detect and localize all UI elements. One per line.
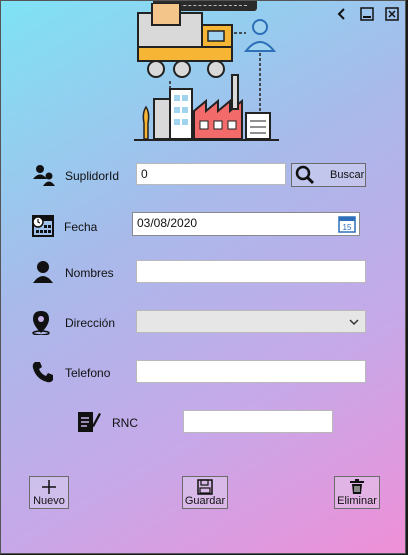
minimize-icon[interactable]: [358, 5, 376, 23]
back-icon[interactable]: [333, 5, 351, 23]
save-icon: [197, 479, 213, 495]
nuevo-button[interactable]: Nuevo: [29, 476, 69, 509]
chevron-down-icon: [349, 319, 359, 326]
user-group-icon: [33, 165, 55, 186]
eliminar-button[interactable]: Eliminar: [334, 476, 380, 509]
suplidor-label: SuplidorId: [65, 169, 120, 183]
fecha-date-picker[interactable]: 03/08/2020 15: [132, 212, 360, 236]
nuevo-label: Nuevo: [33, 495, 65, 507]
buscar-button[interactable]: Buscar: [291, 163, 366, 187]
suplidor-id-input[interactable]: 0: [136, 163, 286, 185]
guardar-label: Guardar: [184, 495, 226, 507]
eliminar-label: Eliminar: [337, 495, 377, 507]
nombres-label: Nombres: [65, 266, 114, 280]
document-pen-icon: [78, 412, 101, 432]
svg-text:15: 15: [343, 223, 352, 232]
trash-icon: [350, 479, 364, 494]
guardar-button[interactable]: Guardar: [182, 476, 228, 509]
fecha-value: 03/08/2020: [137, 216, 198, 230]
fecha-label: Fecha: [64, 220, 98, 234]
phone-icon: [32, 362, 53, 383]
person-icon: [33, 261, 53, 283]
calendar-icon[interactable]: 15: [338, 215, 356, 233]
telefono-label: Telefono: [65, 366, 111, 380]
telefono-input[interactable]: [136, 360, 366, 383]
rnc-input[interactable]: [183, 410, 333, 433]
search-icon: [295, 165, 315, 185]
calendar-sheet-icon: [32, 215, 54, 237]
close-icon[interactable]: [383, 5, 401, 23]
supplier-illustration: [134, 3, 279, 141]
supplier-window: SuplidorId 0 Buscar Fecha 03/08/2020 15 …: [0, 0, 406, 554]
rnc-label: RNC: [112, 416, 138, 430]
direccion-select[interactable]: [136, 310, 366, 333]
direccion-label: Dirección: [65, 316, 116, 330]
buscar-label: Buscar: [330, 169, 365, 181]
nombres-input[interactable]: [136, 260, 366, 283]
location-pin-icon: [32, 311, 50, 335]
plus-icon: [42, 480, 56, 494]
